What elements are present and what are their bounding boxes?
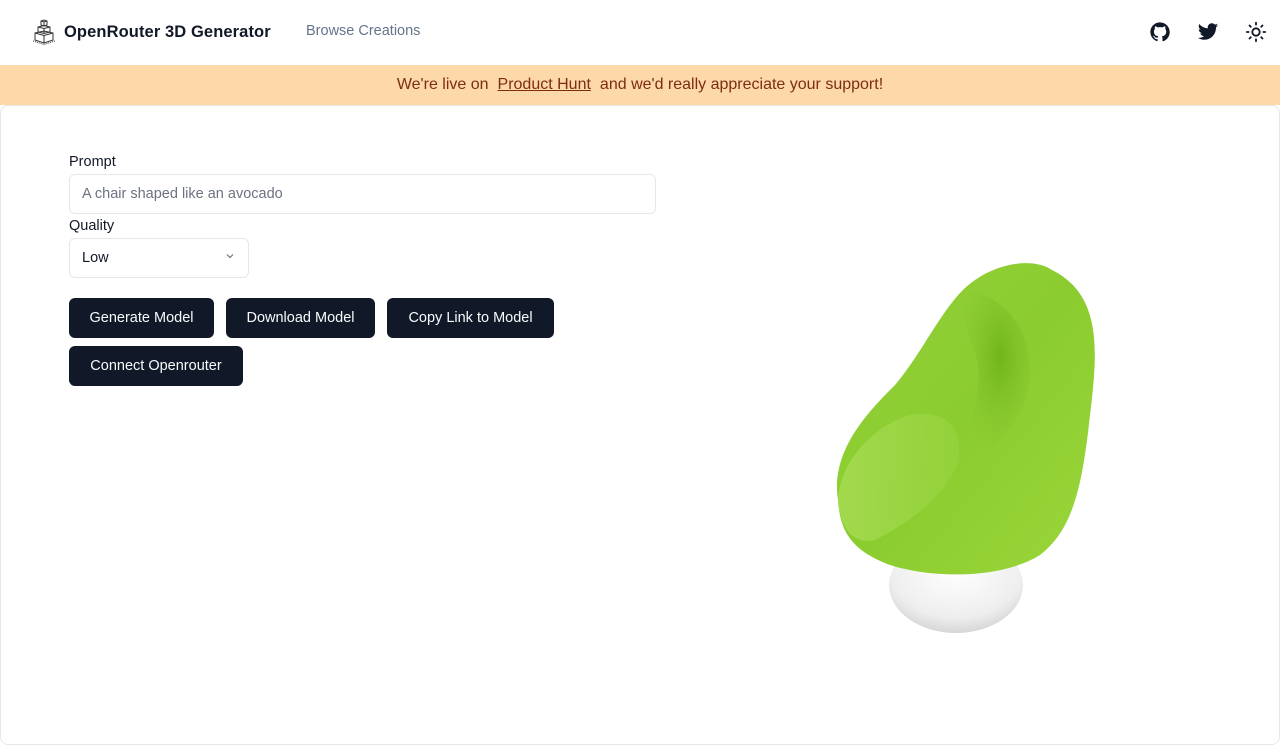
twitter-icon[interactable] — [1196, 20, 1220, 44]
generate-model-button[interactable]: Generate Model — [69, 298, 214, 338]
brand-link[interactable]: OpenRouter 3D Generator — [32, 19, 271, 46]
prompt-input[interactable] — [69, 174, 656, 214]
quality-selected-value: Low — [82, 250, 109, 266]
sun-icon[interactable] — [1244, 20, 1268, 44]
banner-suffix: and we'd really appreciate your support! — [599, 76, 884, 93]
quality-label: Quality — [69, 218, 115, 234]
prompt-label: Prompt — [69, 154, 116, 170]
download-model-button[interactable]: Download Model — [226, 298, 375, 338]
model-viewer[interactable] — [700, 200, 1220, 680]
announcement-banner: We're live on Product Hunt and we'd real… — [0, 65, 1280, 105]
cube-stack-icon — [32, 19, 56, 46]
chevron-down-icon — [224, 250, 236, 266]
banner-prefix: We're live on — [396, 76, 489, 93]
browse-creations-link[interactable]: Browse Creations — [306, 23, 420, 39]
app-title: OpenRouter 3D Generator — [64, 22, 271, 41]
product-hunt-link[interactable]: Product Hunt — [498, 76, 591, 94]
top-navbar: OpenRouter 3D Generator Browse Creations — [0, 0, 1280, 64]
copy-link-button[interactable]: Copy Link to Model — [387, 298, 554, 338]
nav-icon-group — [1124, 20, 1268, 44]
github-icon[interactable] — [1148, 20, 1172, 44]
avocado-chair-render — [836, 263, 1095, 633]
quality-select[interactable]: Low — [69, 238, 249, 278]
connect-openrouter-button[interactable]: Connect Openrouter — [69, 346, 243, 386]
